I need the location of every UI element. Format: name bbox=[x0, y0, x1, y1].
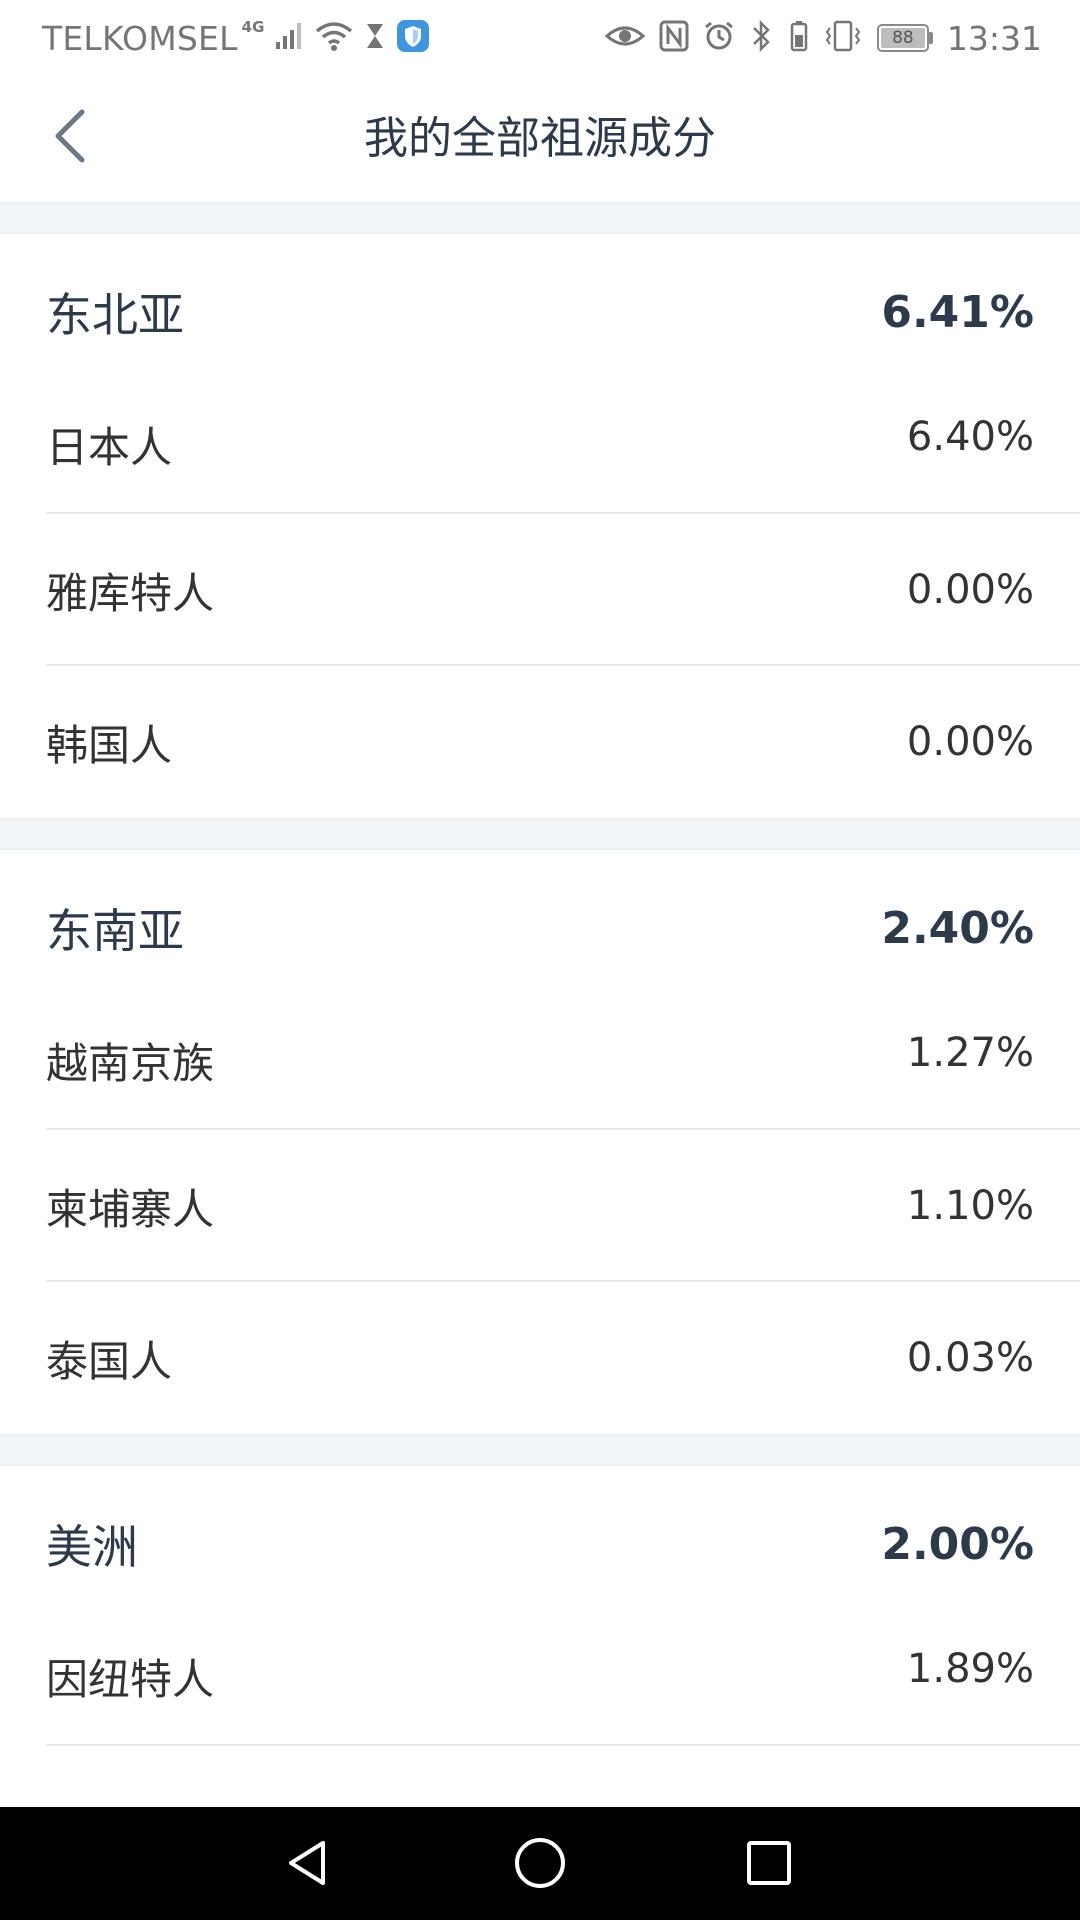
shield-app-icon bbox=[396, 19, 430, 57]
nav-recents-button[interactable] bbox=[719, 1823, 819, 1907]
eye-icon bbox=[604, 22, 646, 54]
region-percentage: 2.00% bbox=[881, 1518, 1034, 1570]
region-row[interactable]: 东南亚 2.40% bbox=[0, 850, 1080, 1006]
population-name: 因纽特人 bbox=[46, 1655, 215, 1704]
app-header: 我的全部祖源成分 bbox=[0, 76, 1080, 202]
region-percentage: 6.41% bbox=[881, 286, 1034, 338]
population-name: 泰国人 bbox=[46, 1336, 173, 1386]
population-name: 日本人 bbox=[46, 423, 173, 472]
region-name: 东南亚 bbox=[46, 904, 184, 958]
region-group: 东北亚 6.41% 日本人 6.40% 雅库特人 0.00% 韩国人 0.00% bbox=[0, 234, 1080, 818]
nav-back-button[interactable] bbox=[258, 1823, 358, 1907]
nav-home-button[interactable] bbox=[490, 1823, 590, 1907]
population-name: 雅库特人 bbox=[46, 568, 215, 618]
clock: 13:31 bbox=[946, 18, 1042, 58]
screen: TELKOMSEL 4G 88 13:31 我的全部祖源成分 东北亚 6.41%… bbox=[0, 0, 1080, 1920]
population-percentage: 0.00% bbox=[906, 567, 1034, 613]
status-left: TELKOMSEL 4G bbox=[42, 16, 430, 60]
navigation-bar bbox=[0, 1807, 1080, 1920]
section-gap bbox=[0, 1434, 1080, 1466]
population-row[interactable]: 泰国人 0.03% bbox=[0, 1282, 1080, 1434]
alarm-icon bbox=[703, 20, 735, 56]
home-circle-icon bbox=[513, 1836, 567, 1894]
carrier-label: TELKOMSEL bbox=[42, 18, 238, 58]
section-gap bbox=[0, 818, 1080, 850]
status-bar: TELKOMSEL 4G 88 13:31 bbox=[0, 0, 1080, 76]
population-percentage: 0.03% bbox=[906, 1335, 1034, 1381]
wifi-icon bbox=[314, 20, 354, 56]
region-row[interactable]: 美洲 2.00% bbox=[0, 1466, 1080, 1622]
status-right: 88 13:31 bbox=[604, 16, 1042, 60]
population-row[interactable]: 日本人 6.40% bbox=[0, 390, 1080, 514]
region-row[interactable]: 东北亚 6.41% bbox=[0, 234, 1080, 390]
page-title: 我的全部祖源成分 bbox=[364, 113, 716, 164]
population-row[interactable]: 越南京族 1.27% bbox=[0, 1006, 1080, 1130]
signal-icon bbox=[274, 21, 304, 55]
region-group: 东南亚 2.40% 越南京族 1.27% 柬埔寨人 1.10% 泰国人 0.03… bbox=[0, 850, 1080, 1434]
population-name: 越南京族 bbox=[46, 1039, 215, 1088]
population-percentage: 1.27% bbox=[906, 1030, 1034, 1076]
chevron-left-icon bbox=[50, 106, 90, 170]
population-row[interactable]: 因纽特人 1.89% bbox=[0, 1622, 1080, 1746]
population-name: 韩国人 bbox=[46, 720, 173, 770]
population-row[interactable]: 雅库特人 0.00% bbox=[0, 514, 1080, 666]
population-percentage: 1.10% bbox=[906, 1183, 1034, 1229]
region-group: 美洲 2.00% 因纽特人 1.89% bbox=[0, 1466, 1080, 1746]
population-percentage: 1.89% bbox=[906, 1646, 1034, 1692]
nfc-icon bbox=[659, 20, 689, 56]
section-gap bbox=[0, 202, 1080, 234]
ancestry-list[interactable]: 东北亚 6.41% 日本人 6.40% 雅库特人 0.00% 韩国人 0.00%… bbox=[0, 202, 1080, 1807]
population-percentage: 0.00% bbox=[906, 719, 1034, 765]
back-button[interactable] bbox=[38, 96, 102, 180]
region-percentage: 2.40% bbox=[881, 902, 1034, 954]
vibrate-icon bbox=[823, 19, 863, 57]
back-triangle-icon bbox=[283, 1838, 333, 1892]
battery-icon: 88 bbox=[876, 24, 933, 52]
region-name: 美洲 bbox=[46, 1520, 138, 1574]
population-row[interactable]: 柬埔寨人 1.10% bbox=[0, 1130, 1080, 1282]
recents-square-icon bbox=[744, 1838, 794, 1892]
population-percentage: 6.40% bbox=[906, 414, 1034, 460]
battery-saver-icon bbox=[789, 19, 809, 57]
bluetooth-icon bbox=[749, 19, 775, 57]
network-type-label: 4G bbox=[241, 18, 265, 36]
region-name: 东北亚 bbox=[46, 288, 184, 342]
population-name: 柬埔寨人 bbox=[46, 1184, 215, 1234]
hourglass-icon bbox=[364, 22, 386, 54]
population-row[interactable]: 韩国人 0.00% bbox=[0, 666, 1080, 818]
battery-level: 88 bbox=[880, 28, 925, 48]
